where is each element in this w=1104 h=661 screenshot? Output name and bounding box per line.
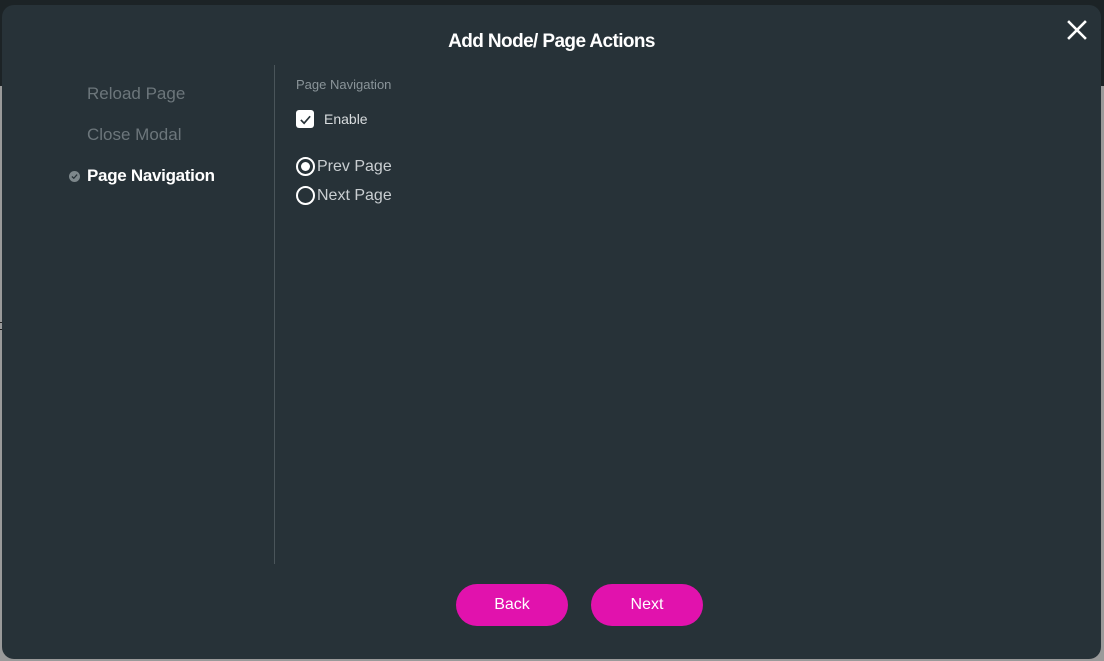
check-circle-icon [69, 171, 80, 182]
prev-page-label: Prev Page [317, 157, 392, 175]
next-page-label: Next Page [317, 186, 392, 204]
sidebar-item-label: Page Navigation [87, 166, 215, 185]
sidebar-item-label: Close Modal [87, 125, 182, 144]
sidebar-divider [274, 65, 275, 564]
sidebar-item-close-modal[interactable]: Close Modal [87, 125, 182, 145]
sidebar-item-page-navigation[interactable]: Page Navigation [69, 166, 215, 186]
next-page-option[interactable]: Next Page [296, 186, 392, 205]
close-icon [1067, 20, 1087, 40]
sidebar-item-label: Reload Page [87, 84, 186, 103]
add-node-page-actions-modal: Add Node/ Page Actions Reload Page Close… [2, 5, 1101, 659]
back-button[interactable]: Back [456, 584, 568, 626]
prev-page-radio[interactable] [296, 157, 315, 176]
sidebar-item-reload-page[interactable]: Reload Page [87, 84, 185, 104]
prev-page-option[interactable]: Prev Page [296, 157, 392, 176]
enable-checkbox[interactable] [296, 110, 314, 128]
enable-checkbox-row[interactable]: Enable [296, 110, 368, 128]
action-sidebar: Reload Page Close Modal Page Navigation [2, 65, 275, 565]
next-page-radio[interactable] [296, 186, 315, 205]
section-label: Page Navigation [296, 77, 392, 92]
modal-title: Add Node/ Page Actions [448, 31, 655, 52]
checkmark-icon [299, 115, 311, 124]
next-button[interactable]: Next [591, 584, 703, 626]
close-button[interactable] [1065, 18, 1089, 42]
enable-label: Enable [324, 111, 368, 127]
